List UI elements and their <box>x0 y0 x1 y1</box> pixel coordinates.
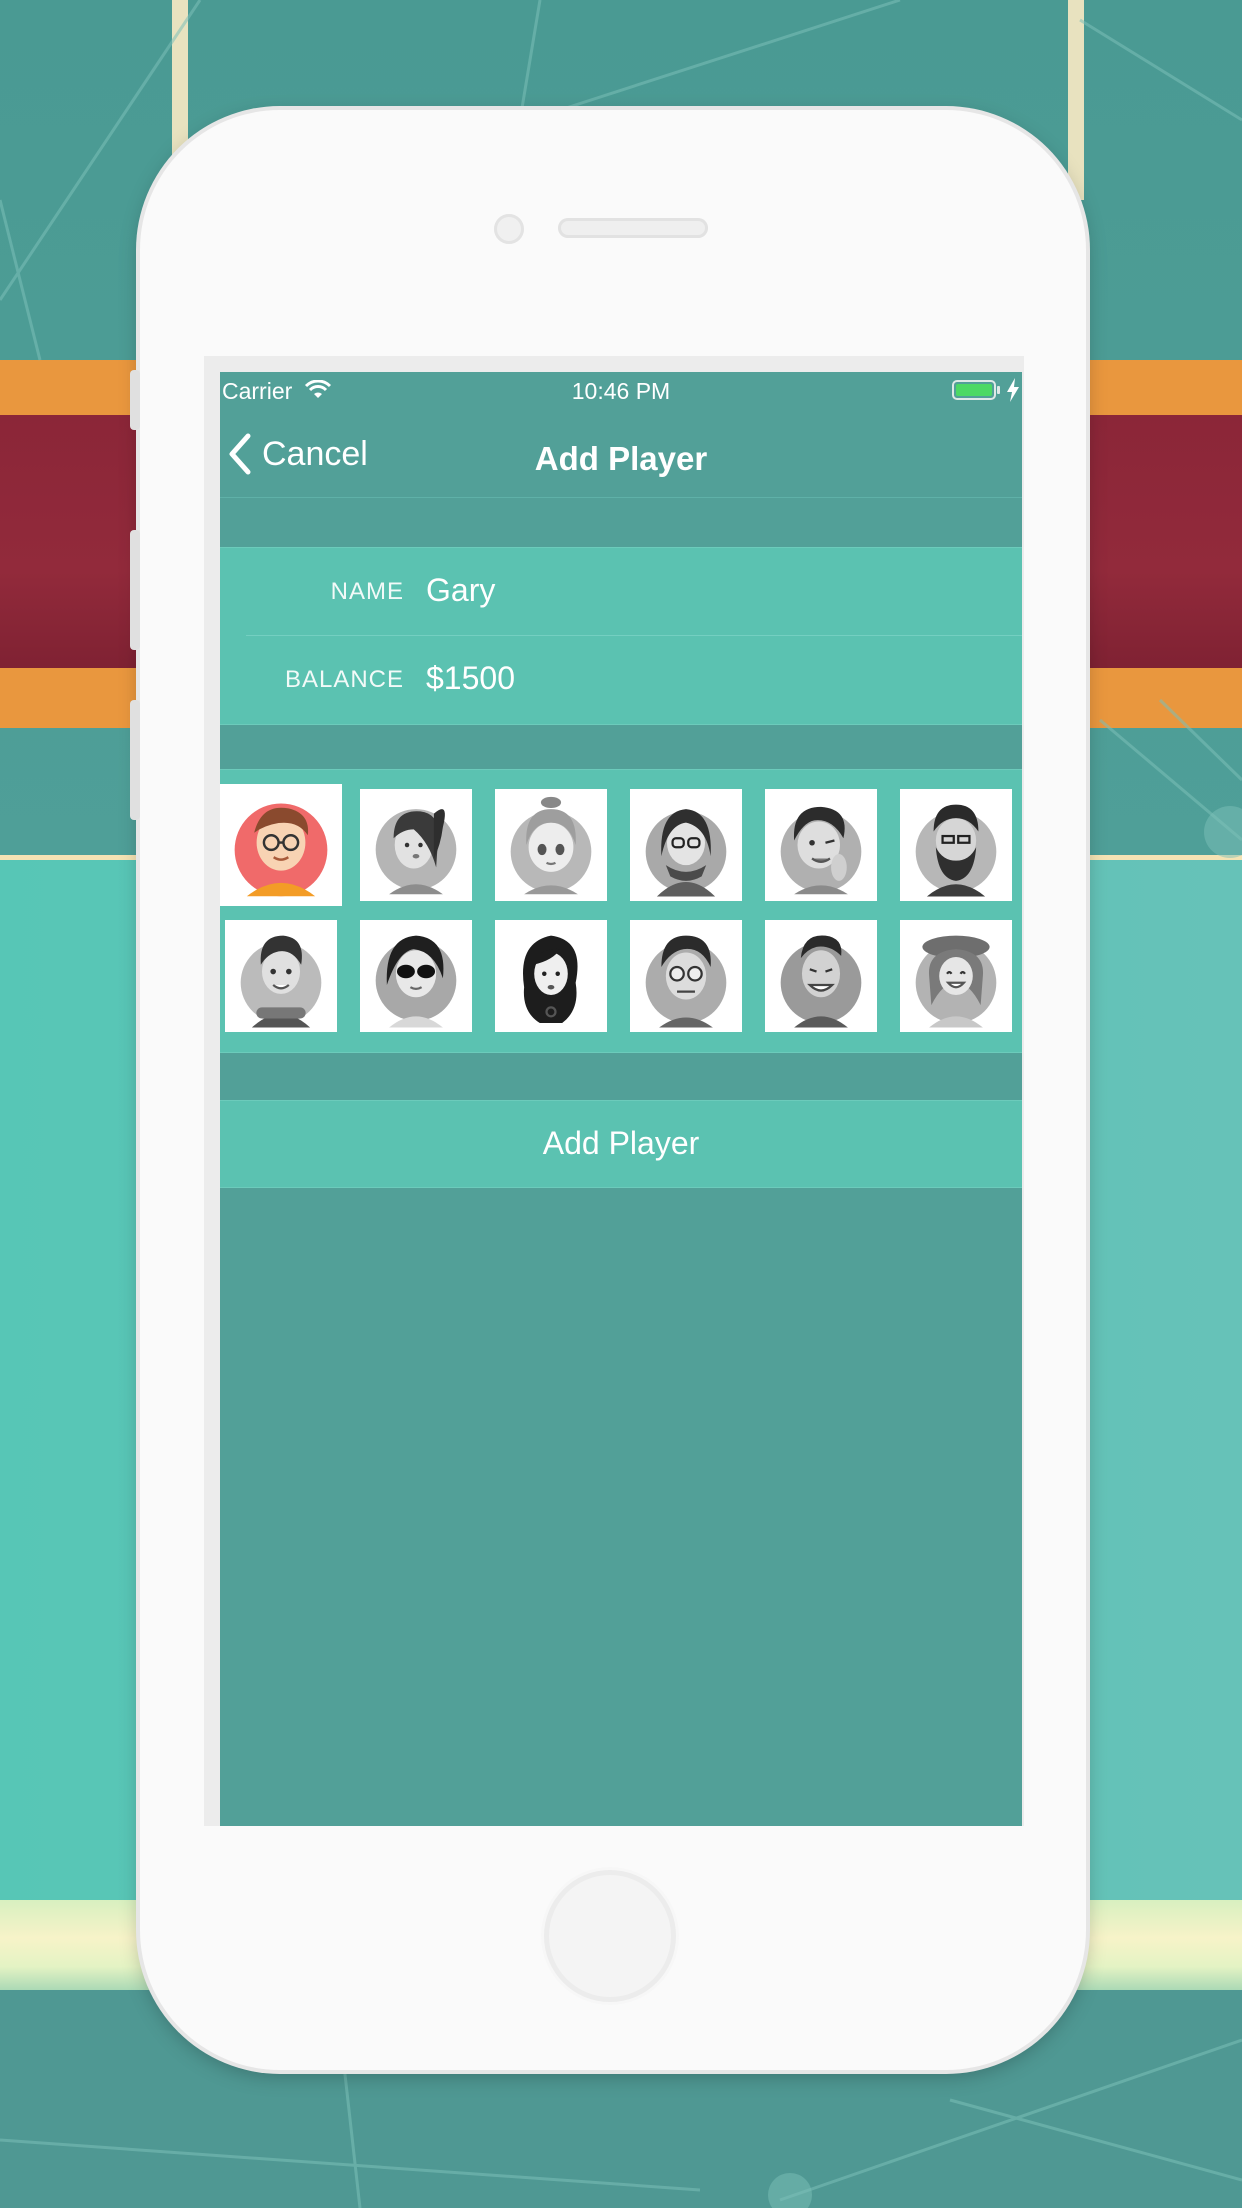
add-player-button[interactable]: Add Player <box>220 1100 1022 1188</box>
girl-long-hair-avatar[interactable] <box>495 920 607 1032</box>
balance-row[interactable]: BALANCE $1500 <box>220 636 1022 724</box>
balance-field[interactable]: $1500 <box>426 660 515 697</box>
boy-glasses-avatar[interactable] <box>220 784 342 906</box>
girl-bun-avatar[interactable] <box>495 789 607 901</box>
girl-ponytail-avatar[interactable] <box>360 789 472 901</box>
name-field[interactable]: Gary <box>426 572 495 609</box>
boy-crossed-arms-avatar-icon <box>225 920 337 1032</box>
girl-bun-avatar-icon <box>495 789 607 901</box>
guy-tongue-avatar-icon <box>765 789 877 901</box>
girl-ponytail-avatar-icon <box>360 789 472 901</box>
home-button <box>544 1870 676 2002</box>
name-row[interactable]: NAME Gary <box>220 548 1022 636</box>
balance-label: BALANCE <box>284 666 404 693</box>
player-form: NAME Gary BALANCE $1500 <box>220 547 1022 725</box>
navigation-bar: Cancel Add Player <box>220 410 1022 498</box>
name-label: NAME <box>330 578 404 605</box>
status-bar: Carrier 10:46 PM <box>220 372 1022 410</box>
girl-long-hair-avatar-icon <box>495 920 607 1032</box>
avatar-picker <box>220 769 1022 1053</box>
nav-divider <box>220 497 1022 498</box>
girl-sunglasses-avatar-icon <box>360 920 472 1032</box>
man-grin-avatar-icon <box>765 920 877 1032</box>
girl-sunglasses-avatar[interactable] <box>360 920 472 1032</box>
page-title: Add Player <box>534 440 708 477</box>
front-camera-icon <box>494 214 524 244</box>
app-preview-stage: Carrier 10:46 PM Cancel Add Player NAME … <box>0 0 1242 2208</box>
speaker-grille <box>558 218 708 238</box>
bearded-man-avatar[interactable] <box>900 789 1012 901</box>
boy-glasses-avatar-icon <box>220 784 342 906</box>
boy-crossed-arms-avatar[interactable] <box>225 920 337 1032</box>
phone-screen: Carrier 10:46 PM Cancel Add Player NAME … <box>204 356 1024 1826</box>
girl-glasses-scarf-avatar-icon <box>630 789 742 901</box>
bearded-man-avatar-icon <box>900 789 1012 901</box>
girl-glasses-scarf-avatar[interactable] <box>630 789 742 901</box>
man-round-glasses-avatar-icon <box>630 920 742 1032</box>
charging-bolt-icon <box>1007 378 1019 402</box>
woman-hat-avatar-icon <box>900 920 1012 1032</box>
battery-icon <box>952 380 996 400</box>
guy-tongue-avatar[interactable] <box>765 789 877 901</box>
battery-level <box>956 384 992 396</box>
app-screen: Carrier 10:46 PM Cancel Add Player NAME … <box>220 372 1022 1826</box>
man-grin-avatar[interactable] <box>765 920 877 1032</box>
add-player-label: Add Player <box>542 1125 700 1161</box>
man-round-glasses-avatar[interactable] <box>630 920 742 1032</box>
phone-volume-down <box>130 700 140 820</box>
phone-mute-switch <box>130 370 140 430</box>
status-time: 10:46 PM <box>571 378 671 404</box>
battery-tip <box>997 386 1000 394</box>
phone-volume-up <box>130 530 140 650</box>
woman-hat-avatar[interactable] <box>900 920 1012 1032</box>
